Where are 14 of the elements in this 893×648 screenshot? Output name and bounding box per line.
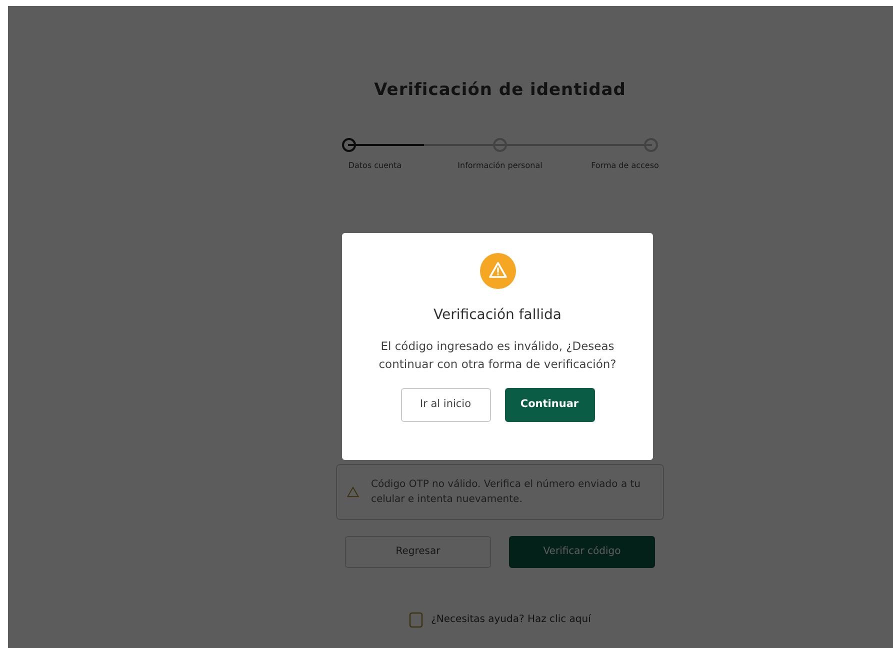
back-button[interactable]: Regresar: [345, 536, 491, 568]
help-link[interactable]: ¿Necesitas ayuda? Haz clic aquí: [431, 612, 591, 627]
page-title: Verificación de identidad: [374, 79, 626, 102]
dialog-title: Verificación fallida: [434, 306, 562, 325]
warning-icon: [347, 484, 359, 500]
home-button[interactable]: Ir al inicio: [400, 388, 490, 422]
step-label: Forma de acceso: [590, 160, 660, 172]
continue-button[interactable]: Continuar: [504, 388, 594, 422]
warning-icon: [480, 253, 516, 289]
step-label: Información personal: [456, 160, 544, 172]
step-label: Datos cuenta: [347, 160, 403, 172]
alert-text: Código OTP no válido. Verifica el número enviado a tu celular e intenta nuevamente.: [370, 478, 642, 506]
dialog-message: El código ingresado es inválido, ¿Deseas continuar con otra forma de verificación?: [378, 338, 618, 373]
verify-button[interactable]: Verificar código: [509, 536, 655, 568]
